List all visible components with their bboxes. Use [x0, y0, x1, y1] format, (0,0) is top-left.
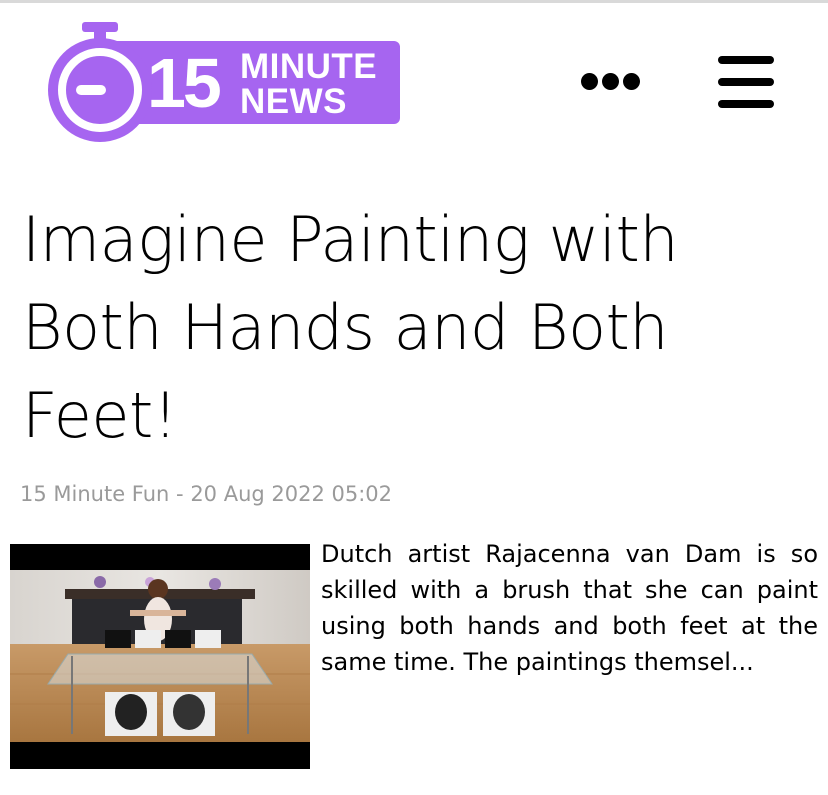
- logo-word-news: NEWS: [240, 82, 347, 121]
- article-thumbnail[interactable]: [10, 544, 310, 769]
- article-meta: 15 Minute Fun - 20 Aug 2022 05:02: [20, 478, 392, 510]
- article-excerpt: Dutch artist Rajacenna van Dam is so ski…: [321, 540, 818, 676]
- more-options-button[interactable]: [575, 66, 645, 96]
- top-border: [0, 0, 828, 3]
- site-logo[interactable]: 15 MINUTE NEWS: [40, 22, 402, 142]
- meta-separator: -: [176, 482, 191, 506]
- hamburger-menu-button[interactable]: [716, 56, 776, 108]
- stopwatch-icon: [48, 22, 152, 142]
- article-title[interactable]: Imagine Painting with Both Hands and Bot…: [22, 196, 812, 460]
- article-thumbnail-image: [10, 544, 310, 769]
- logo-number: 15: [147, 44, 222, 122]
- more-horizontal-icon: [579, 72, 642, 90]
- article-date: 20 Aug 2022 05:02: [190, 482, 393, 506]
- logo-word-minute: MINUTE: [240, 47, 378, 86]
- article-category[interactable]: 15 Minute Fun: [20, 482, 169, 506]
